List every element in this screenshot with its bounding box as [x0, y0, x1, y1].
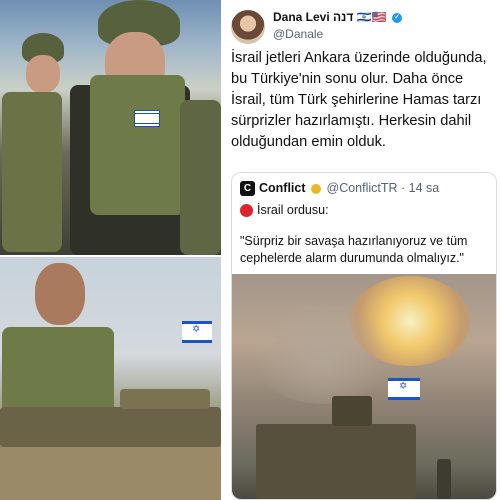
smoke-cloud [252, 304, 392, 404]
quoted-time: · 14 sa [401, 181, 440, 195]
verified-badge-icon: ✓ [391, 12, 402, 23]
soldier-silhouette [437, 459, 451, 499]
conflict-logo-icon: C [240, 181, 255, 196]
dirt-ground [0, 447, 221, 500]
quoted-tweet[interactable]: C Conflict @ConflictTR · 14 sa İsrail or… [231, 172, 497, 500]
tank-turret [120, 389, 210, 409]
flag-patch [134, 110, 160, 127]
face [26, 55, 60, 93]
artillery-vehicle [256, 424, 416, 499]
quoted-headline: İsrail ordusu: [257, 203, 329, 217]
quoted-handle: @ConflictTR [326, 181, 398, 195]
vehicle-turret [332, 396, 372, 426]
author-name-suffix: דנה 🇮🇱🇺🇸 [333, 10, 387, 24]
photo-soldier-tanks: ✡ [0, 257, 221, 500]
quoted-photo-artillery[interactable]: ✡ [232, 274, 496, 499]
photo-soldiers-group [0, 0, 221, 255]
israel-flag: ✡ [388, 378, 420, 400]
vest [90, 75, 185, 215]
gold-verified-icon [311, 183, 322, 194]
quoted-author-name: Conflict [259, 181, 306, 195]
red-circle-icon [240, 204, 253, 217]
vest [180, 100, 221, 255]
quoted-text: "Sürpriz bir savaşa hazırlanıyoruz ve tü… [240, 234, 468, 265]
tweet-card[interactable]: Dana Levi דנה 🇮🇱🇺🇸 ✓ @Danale İsrail jetl… [221, 0, 500, 500]
vest [2, 327, 114, 417]
quoted-author[interactable]: Conflict @ConflictTR · 14 sa [259, 181, 439, 195]
israel-flag: ✡ [182, 321, 212, 343]
photo-collage: ✡ [0, 0, 221, 500]
author-name[interactable]: Dana Levi דנה 🇮🇱🇺🇸 ✓ [273, 10, 402, 24]
avatar[interactable] [231, 10, 265, 44]
author-name-text: Dana Levi [273, 10, 330, 24]
vest [2, 92, 62, 252]
tweet-text: İsrail jetleri Ankara üzerinde olduğunda… [231, 50, 487, 150]
face [35, 263, 85, 325]
author-handle[interactable]: @Danale [273, 27, 323, 41]
tanks-row [0, 407, 221, 447]
